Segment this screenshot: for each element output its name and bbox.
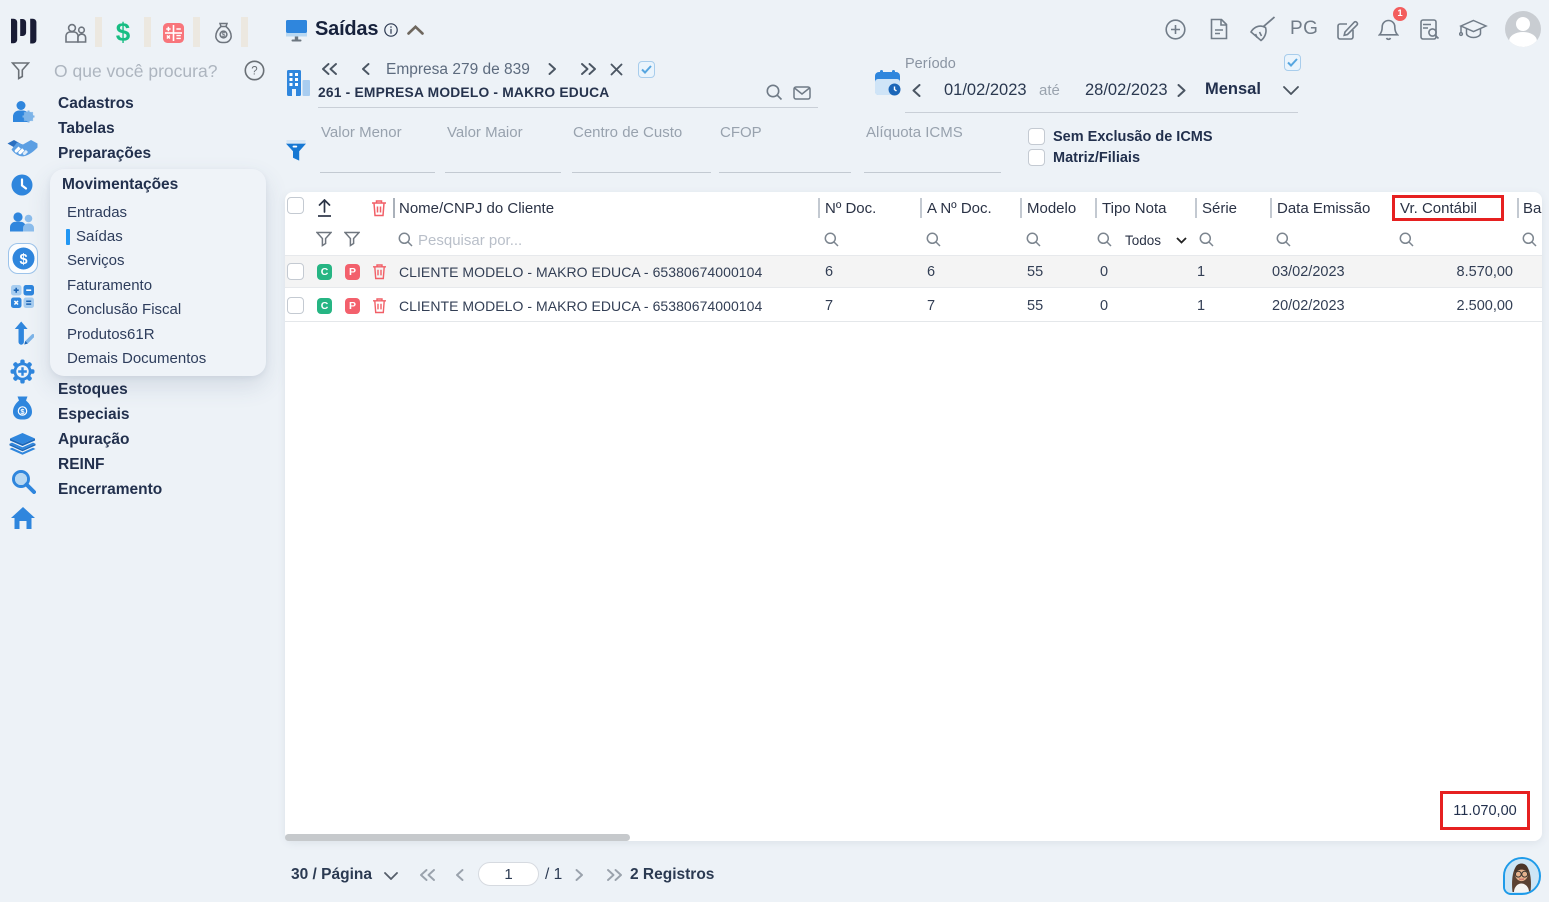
svg-text:$: $ [222, 32, 226, 39]
svg-text:$: $ [19, 252, 27, 268]
svg-text:?: ? [251, 66, 257, 78]
